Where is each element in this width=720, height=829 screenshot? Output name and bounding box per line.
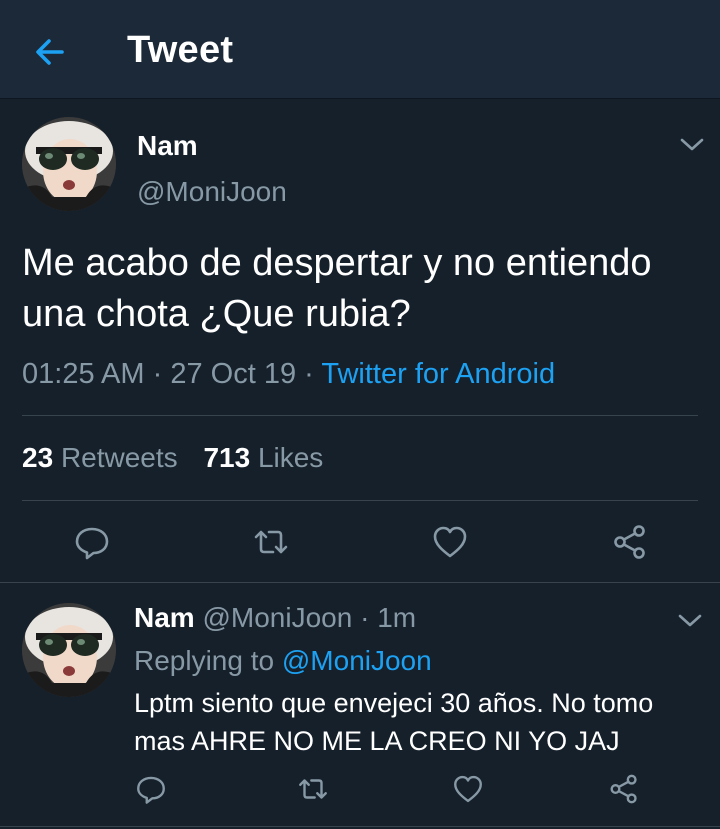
likes-label: Likes: [257, 442, 324, 473]
reply-icon[interactable]: [134, 772, 168, 806]
tweet-time: 01:25 AM: [22, 358, 145, 390]
replying-to-handle[interactable]: @MoniJoon: [282, 645, 432, 676]
tweet-text: Me acabo de despertar y no entiendo una …: [22, 242, 652, 335]
top-bar: Tweet: [0, 0, 720, 99]
like-icon[interactable]: [451, 772, 485, 806]
reply-header: Nam @MoniJoon · 1m: [134, 602, 416, 634]
retweets-count: 23: [22, 442, 54, 473]
author-handle[interactable]: @MoniJoon: [137, 176, 287, 208]
author-name[interactable]: Nam: [137, 130, 198, 162]
chevron-down-icon[interactable]: [676, 612, 704, 630]
back-arrow-icon[interactable]: [30, 32, 70, 72]
replying-prefix: Replying to: [134, 645, 275, 676]
divider: [22, 500, 698, 501]
share-icon[interactable]: [607, 772, 641, 806]
retweets-label: Retweets: [60, 442, 178, 473]
retweet-icon[interactable]: [296, 772, 330, 806]
likes-stat[interactable]: 713 Likes: [203, 442, 323, 473]
divider: [22, 415, 698, 416]
reply-time-ago: 1m: [377, 602, 417, 633]
reply-author-handle[interactable]: @MoniJoon: [202, 602, 352, 633]
retweet-icon[interactable]: [251, 522, 291, 562]
page-title: Tweet: [127, 29, 234, 71]
reply-text: Lptm siento que envejeci 30 años. No tom…: [134, 688, 654, 756]
replying-to: Replying to @MoniJoon: [134, 645, 432, 677]
separator-dot: ·: [304, 358, 314, 390]
separator-dot: ·: [152, 358, 163, 390]
reply-icon[interactable]: [72, 522, 112, 562]
reply-avatar[interactable]: [22, 603, 116, 697]
divider: [0, 582, 720, 583]
avatar[interactable]: [22, 117, 116, 211]
tweet-meta: 01:25 AM · 27 Oct 19 · Twitter for Andro…: [22, 358, 555, 391]
retweets-stat[interactable]: 23 Retweets: [22, 442, 178, 473]
separator-dot: ·: [360, 602, 370, 633]
tweet-source-link[interactable]: Twitter for Android: [321, 358, 555, 390]
likes-count: 713: [203, 442, 251, 473]
tweet-stats: 23 Retweets 713 Likes: [22, 442, 341, 474]
reply-author-name[interactable]: Nam: [134, 602, 195, 633]
divider: [0, 826, 720, 827]
chevron-down-icon[interactable]: [678, 136, 706, 154]
share-icon[interactable]: [610, 522, 650, 562]
like-icon[interactable]: [430, 522, 470, 562]
tweet-date: 27 Oct 19: [170, 358, 297, 390]
